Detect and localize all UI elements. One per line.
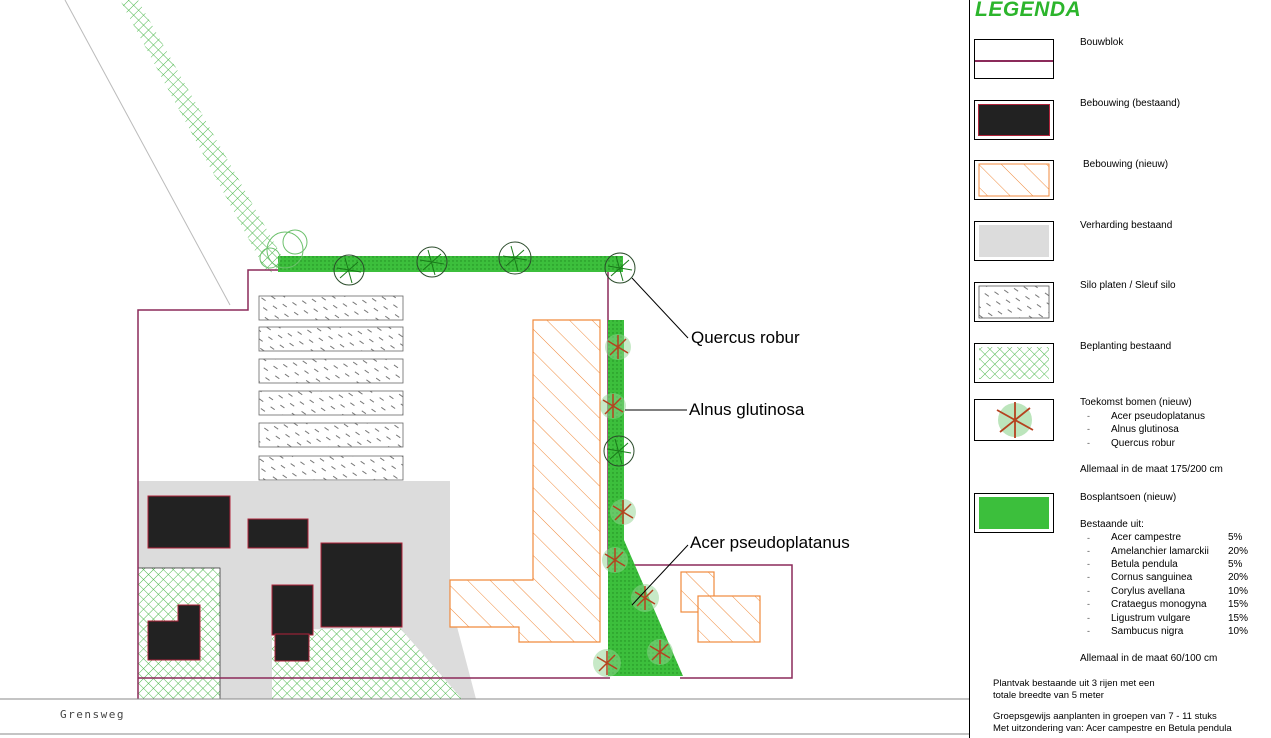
species-name: Acer campestre xyxy=(1111,532,1182,543)
legend-label-building-new: Bebouwing (nieuw) xyxy=(1083,159,1169,170)
leader-lines xyxy=(625,277,689,606)
dash: - xyxy=(1087,613,1090,623)
species-name: Cornus sanguinea xyxy=(1111,572,1193,583)
note-line: Met uitzondering van: Acer campestre en … xyxy=(993,723,1232,734)
legend-swatch-planting-existing xyxy=(974,343,1054,383)
dash: - xyxy=(1087,438,1090,448)
legend-label-building-existing: Bebouwing (bestaand) xyxy=(1080,98,1181,109)
tree-species: Acer pseudoplatanus xyxy=(1111,411,1205,422)
tree-species: Alnus glutinosa xyxy=(1111,424,1179,435)
dash: - xyxy=(1087,626,1090,636)
species-name: Amelanchier lamarckii xyxy=(1111,546,1209,557)
dash: - xyxy=(1087,559,1090,569)
callout-alnus: Alnus glutinosa xyxy=(689,400,805,419)
dash: - xyxy=(1087,533,1090,543)
species-pct: 5% xyxy=(1228,532,1243,543)
legend-label-silo: Silo platen / Sleuf silo xyxy=(1080,280,1176,291)
existing-planting-diagonal xyxy=(120,0,285,275)
species-pct: 20% xyxy=(1228,546,1249,557)
species-name: Crataegus monogyna xyxy=(1111,599,1207,610)
species-pct: 20% xyxy=(1228,572,1249,583)
dash: - xyxy=(1087,424,1090,434)
bos-size-note: Allemaal in de maat 60/100 cm xyxy=(1080,653,1218,664)
note-line: Groepsgewijs aanplanten in groepen van 7… xyxy=(993,711,1217,722)
species-pct: 15% xyxy=(1228,599,1249,610)
species-name: Ligustrum vulgare xyxy=(1111,613,1191,624)
legend-swatch-bos-new xyxy=(974,493,1054,533)
tree-species: Quercus robur xyxy=(1111,438,1175,449)
site-plan xyxy=(0,0,969,735)
legend-swatch-paving xyxy=(974,221,1054,261)
legend-swatch-silo xyxy=(974,282,1054,322)
bos-consists-label: Bestaande uit: xyxy=(1080,519,1144,530)
callout-quercus: Quercus robur xyxy=(691,328,800,347)
legend-swatch-trees-new xyxy=(974,399,1054,441)
callout-acer: Acer pseudoplatanus xyxy=(690,533,850,552)
species-pct: 10% xyxy=(1228,626,1249,637)
dash: - xyxy=(1087,586,1090,596)
legend-title: LEGENDA xyxy=(975,0,1082,21)
species-name: Corylus avellana xyxy=(1111,586,1185,597)
legend-swatch-bouwblok xyxy=(974,39,1054,79)
dash: - xyxy=(1087,599,1090,609)
legend-swatch-building-new xyxy=(974,160,1054,200)
species-pct: 15% xyxy=(1228,613,1249,624)
road-label: Grensweg xyxy=(60,708,125,721)
species-name: Sambucus nigra xyxy=(1111,626,1184,637)
legend-label-paving: Verharding bestaand xyxy=(1080,220,1173,231)
dash: - xyxy=(1087,546,1090,556)
species-pct: 10% xyxy=(1228,586,1249,597)
species-pct: 5% xyxy=(1228,559,1243,570)
new-buildings xyxy=(449,319,761,643)
silo-slabs xyxy=(258,295,404,481)
legend-panel: LEGENDA Bouwblok Bebouwing (bestaand) Be… xyxy=(970,0,1271,738)
species-name: Betula pendula xyxy=(1111,559,1178,570)
legend-label-bos-new: Bosplantsoen (nieuw) xyxy=(1080,492,1177,503)
legend-label-trees-new: Toekomst bomen (nieuw) xyxy=(1080,397,1192,408)
legend-label-bouwblok: Bouwblok xyxy=(1080,37,1124,48)
legend-swatch-building-existing xyxy=(974,100,1054,140)
note-line: totale breedte van 5 meter xyxy=(993,690,1104,701)
trees-size-note: Allemaal in de maat 175/200 cm xyxy=(1080,464,1223,475)
dash: - xyxy=(1087,572,1090,582)
note-line: Plantvak bestaande uit 3 rijen met een xyxy=(993,678,1155,689)
dash: - xyxy=(1087,411,1090,421)
legend-label-planting-existing: Beplanting bestaand xyxy=(1080,341,1172,352)
